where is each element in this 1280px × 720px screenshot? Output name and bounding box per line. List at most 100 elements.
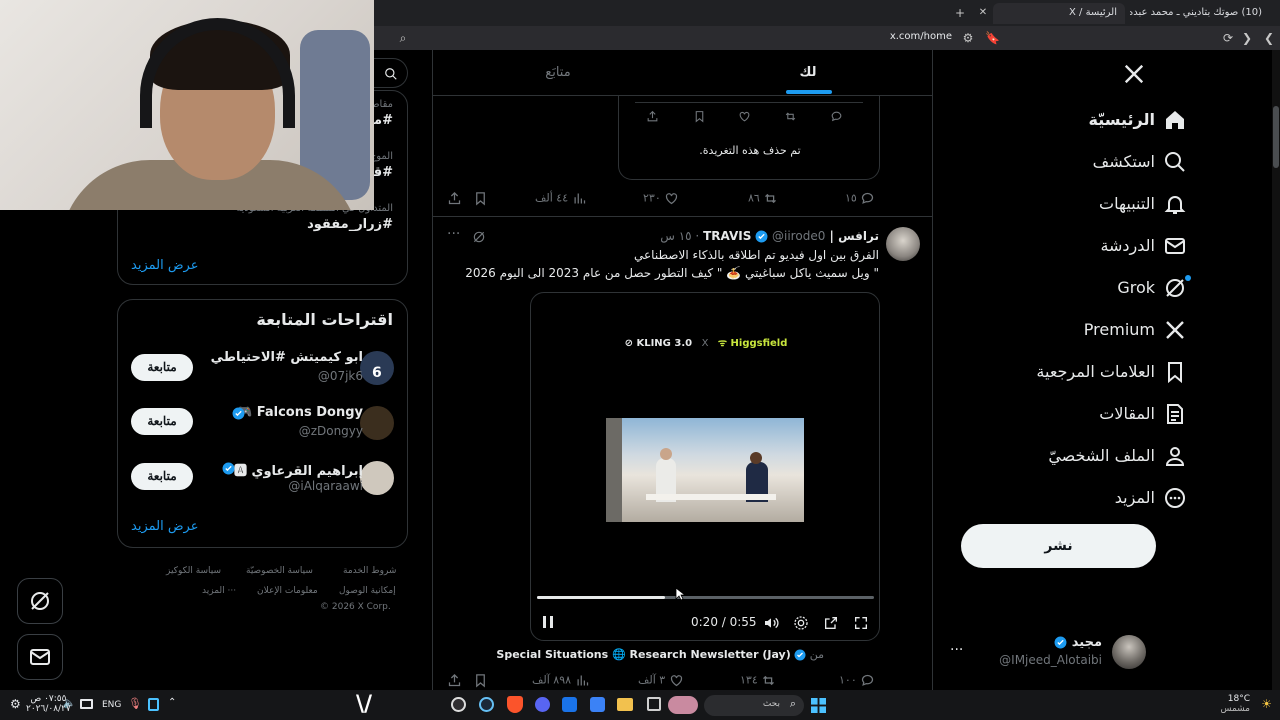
footer-link[interactable]: ··· المزيد — [202, 586, 236, 596]
post-author-avatar[interactable] — [886, 227, 920, 261]
suggestion-name[interactable]: Falcons Dongy 🎮 — [236, 405, 363, 420]
sidebar-item-explore[interactable]: استكشف — [1093, 141, 1185, 183]
reply-icon[interactable] — [830, 110, 843, 123]
sidebar-item-home[interactable]: الرئيسيّة — [1089, 99, 1184, 141]
x-logo-icon[interactable] — [1123, 63, 1145, 85]
repost-count: ١٣٤ — [740, 673, 758, 687]
brave-icon[interactable] — [507, 696, 523, 713]
volume-icon[interactable] — [763, 615, 779, 631]
bookmark-icon[interactable] — [473, 191, 488, 206]
reply-action[interactable]: ١٠٠ — [839, 673, 875, 688]
bookmark-icon[interactable] — [473, 673, 488, 688]
search-button[interactable] — [374, 58, 408, 88]
bookmark-icon[interactable] — [693, 110, 706, 123]
video-player[interactable]: ⊘ KLING 3.0 X ᯤ Higgsfield 0:20 / 0:55 — [530, 292, 880, 641]
chevron-up-icon[interactable]: ⌃ — [168, 697, 176, 708]
steam-icon[interactable] — [479, 697, 494, 712]
grok-explain-icon[interactable] — [472, 230, 486, 244]
url-field[interactable]: x.com/home — [890, 31, 952, 42]
repost-icon[interactable] — [784, 110, 797, 123]
article-icon — [1167, 404, 1183, 424]
taskbar-search[interactable]: ⌕ بحث — [668, 695, 804, 716]
reply-action[interactable]: ١٥ — [845, 191, 875, 206]
repost-action[interactable]: ١٣٤ — [740, 673, 776, 688]
microphone-icon[interactable]: 🎙 — [128, 697, 142, 710]
footer-link[interactable]: سياسة الكوكيز — [166, 566, 221, 576]
repost-action[interactable]: ٨٦ — [748, 191, 778, 206]
follow-button[interactable]: متابعة — [131, 463, 193, 490]
site-settings-icon[interactable]: ⚙ — [961, 31, 975, 45]
avatar[interactable]: 6 — [360, 351, 394, 385]
back-icon[interactable]: ❮ — [1262, 31, 1276, 45]
app-logo-icon[interactable]: \/ — [356, 692, 372, 717]
trend-tag[interactable]: #زرار_مفقود — [307, 217, 393, 232]
views-action[interactable]: ٨٩٨ آلف — [532, 673, 590, 688]
source-name[interactable]: Special Situations 🌐 Research Newsletter… — [496, 648, 790, 661]
sidebar-item-more[interactable]: المزيد — [1115, 477, 1185, 519]
like-action[interactable]: ٢٣٠ — [643, 191, 679, 206]
footer-link[interactable]: سياسة الخصوصيّة — [246, 566, 313, 576]
file-explorer-icon[interactable] — [617, 698, 633, 711]
settings-gear-icon[interactable] — [793, 615, 809, 631]
discord-icon[interactable] — [535, 697, 550, 712]
sidebar-item-bookmarks[interactable]: العلامات المرجعية — [1036, 351, 1182, 393]
close-tab-icon[interactable]: ✕ — [976, 6, 990, 20]
like-action[interactable]: ٣ آلف — [638, 673, 684, 688]
tab-following[interactable]: متابَع — [433, 50, 683, 96]
suggestion-name[interactable]: ابو كيميتش #الاحتياطي — [211, 350, 363, 365]
share-icon[interactable] — [646, 110, 659, 123]
obs-icon[interactable] — [451, 697, 466, 712]
forward-icon[interactable]: ❯ — [1240, 31, 1254, 45]
scrollbar-thumb[interactable] — [1273, 106, 1279, 168]
sidebar-item-articles[interactable]: المقالات — [1099, 393, 1183, 435]
sidebar-item-profile[interactable]: الملف الشخصيّ — [1048, 435, 1185, 477]
account-switcher[interactable]: مجيد @IMjeed_Alotaibi ··· — [946, 632, 1156, 674]
post-time[interactable]: ١٥ س — [660, 229, 691, 243]
footer-link[interactable]: شروط الخدمة — [343, 566, 396, 576]
messages-floating-button[interactable] — [17, 634, 63, 680]
footer-link[interactable]: معلومات الإعلان — [257, 586, 318, 596]
suggestions-show-more-link[interactable]: عرض المزيد — [131, 519, 198, 534]
post-author-handle[interactable]: @iirode0 — [772, 229, 825, 243]
like-icon[interactable] — [738, 110, 751, 123]
trends-show-more-link[interactable]: عرض المزيد — [131, 258, 198, 273]
footer-link[interactable]: إمكانية الوصول — [339, 586, 396, 596]
weather-widget[interactable]: 18°C مشمس — [1220, 694, 1250, 714]
share-icon[interactable] — [447, 191, 462, 206]
browser-tab-x-home[interactable]: الرئيسة / X — [993, 3, 1125, 24]
sidebar-item-notifications[interactable]: التنبيهات — [1099, 183, 1186, 225]
taskview-icon[interactable] — [647, 697, 661, 711]
notification-gear-icon[interactable]: ⚙ — [10, 697, 21, 711]
display-icon[interactable] — [80, 699, 93, 709]
grok-floating-button[interactable] — [17, 578, 63, 624]
bookmark-star-icon[interactable]: 🔖 — [985, 31, 1000, 45]
zoom-icon[interactable]: ⌕ — [396, 31, 410, 45]
more-options-icon[interactable]: ··· — [447, 226, 460, 242]
scrollbar[interactable] — [1272, 50, 1280, 690]
store-icon[interactable] — [590, 697, 605, 712]
avatar[interactable] — [360, 461, 394, 495]
pause-button[interactable] — [541, 614, 555, 630]
post-button[interactable]: نشر — [961, 524, 1156, 568]
suggestion-name[interactable]: إبراهيم القرعاوي 🅰 — [234, 460, 363, 479]
start-button[interactable] — [811, 698, 826, 713]
fullscreen-icon[interactable] — [853, 615, 869, 631]
language-indicator[interactable]: ENG — [102, 700, 121, 710]
reload-icon[interactable]: ⟳ — [1221, 31, 1235, 45]
video-progress-track[interactable] — [537, 596, 874, 599]
outlook-icon[interactable] — [562, 697, 577, 712]
follow-button[interactable]: متابعة — [131, 408, 193, 435]
share-icon[interactable] — [447, 673, 462, 688]
browser-tab-youtube[interactable]: (10) صوتك بتاديني ـ محمد عبده ـ — [1130, 3, 1270, 24]
follow-button[interactable]: متابعة — [131, 354, 193, 381]
sidebar-item-messages[interactable]: الدردشة — [1100, 225, 1185, 267]
sidebar-item-grok[interactable]: Grok — [1117, 267, 1191, 309]
clock[interactable]: ٠٧:٥٥ ص ٢٠٢٦/٠٨/٢٧ — [26, 694, 71, 714]
new-tab-icon[interactable]: + — [953, 6, 967, 20]
avatar[interactable] — [360, 406, 394, 440]
video-progress-fill — [537, 596, 666, 599]
phone-link-icon[interactable] — [148, 698, 159, 711]
views-action[interactable]: ٤٤ ألف — [535, 191, 587, 206]
sidebar-item-premium[interactable]: Premium — [1084, 309, 1184, 351]
pop-out-icon[interactable] — [823, 615, 839, 631]
